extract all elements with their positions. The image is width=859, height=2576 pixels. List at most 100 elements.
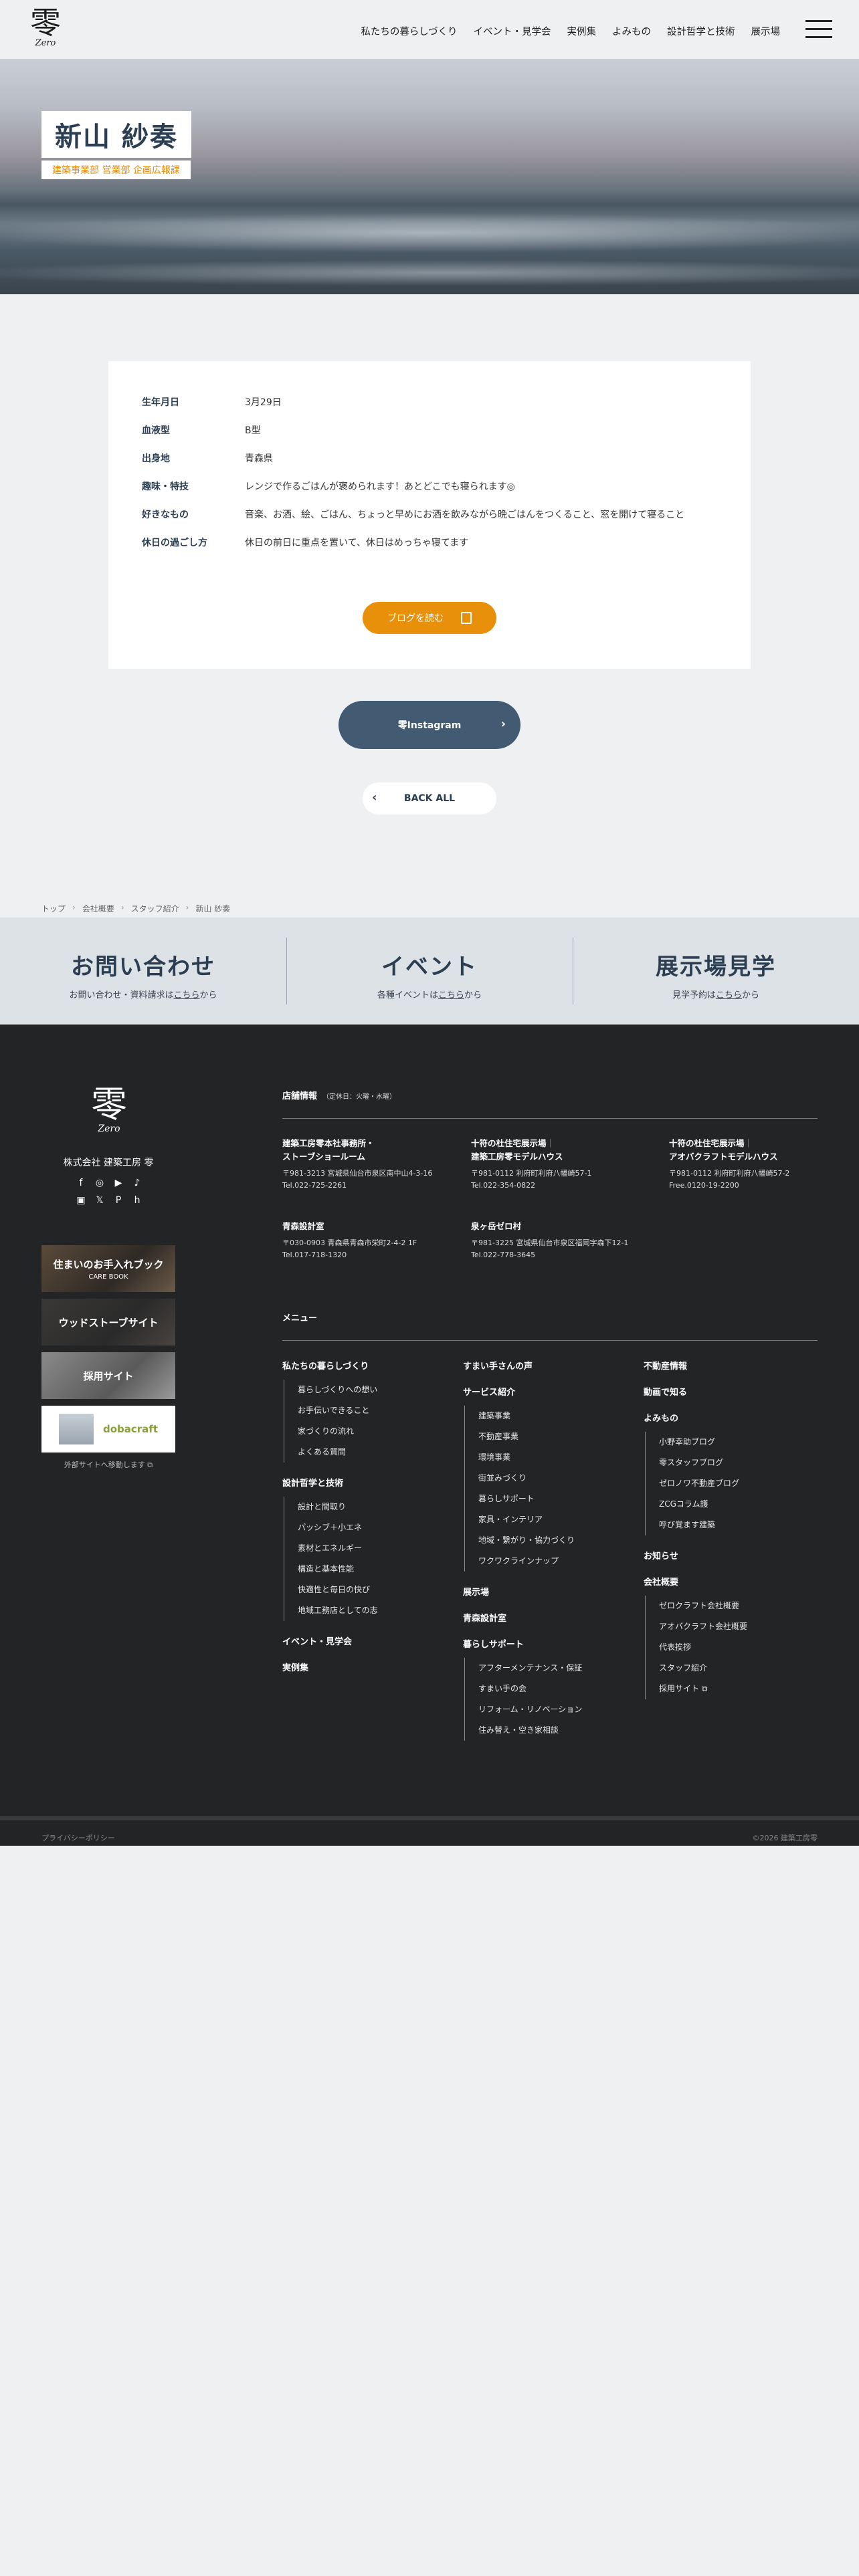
cta-title: お問い合わせ: [71, 954, 215, 980]
menu-link[interactable]: 建築事業: [478, 1406, 630, 1426]
menu-group-heading[interactable]: 展示場: [463, 1585, 630, 1598]
profile-row: 血液型 B型: [142, 423, 717, 439]
instagram-icon[interactable]: ◎: [94, 1177, 106, 1189]
breadcrumb-separator-icon: ›: [185, 903, 189, 912]
menu-link[interactable]: 地域・繋がり・協力づくり: [478, 1530, 630, 1551]
menu-group: 展示場: [463, 1585, 630, 1598]
menu-link[interactable]: ゼロノワ不動産ブログ: [659, 1473, 811, 1494]
instagram-button[interactable]: 零Instagram ›: [339, 701, 520, 749]
cta-link[interactable]: こちら: [716, 990, 742, 1000]
menu-group-heading[interactable]: お知らせ: [644, 1549, 811, 1562]
menu-link[interactable]: ゼロクラフト会社概要: [659, 1596, 811, 1616]
menu-group-heading[interactable]: よみもの: [644, 1411, 811, 1424]
menu-link[interactable]: 零スタッフブログ: [659, 1453, 811, 1473]
youtube-icon[interactable]: ▶: [112, 1177, 124, 1189]
banner-wood-stove[interactable]: ウッドストーブサイト: [41, 1299, 175, 1346]
cta-subtext: 各種イベントはこちらから: [377, 990, 482, 1000]
footer-logo[interactable]: 零 Zero: [86, 1086, 132, 1135]
breadcrumb-staff[interactable]: スタッフ紹介: [131, 903, 179, 914]
menu-group: 設計哲学と技術設計と間取り パッシブ＋小エネ 素材とエネルギー 構造と基本性能 快適性と…: [282, 1476, 450, 1621]
hamburger-menu-icon[interactable]: [805, 19, 832, 40]
menu-link[interactable]: リフォーム・リノベーション: [478, 1699, 630, 1720]
banner-care-book[interactable]: 住まいのお手入れブック CARE BOOK: [41, 1245, 175, 1292]
hero-image: 新山 紗奏 建築事業部 営業部 企画広報課: [0, 59, 859, 294]
cta-link[interactable]: こちら: [438, 990, 464, 1000]
menu-group-heading[interactable]: イベント・見学会: [282, 1634, 450, 1647]
menu-link[interactable]: 街並みづくり: [478, 1468, 630, 1489]
menu-link[interactable]: パッシブ＋小エネ: [298, 1517, 450, 1538]
banner-dobacraft[interactable]: dobacraft: [41, 1406, 175, 1453]
menu-link[interactable]: アオバクラフト会社概要: [659, 1616, 811, 1637]
global-nav: 私たちの暮らしづくり イベント・見学会 実例集 よみもの 設計哲学と技術 展示場: [361, 24, 780, 38]
menu-link[interactable]: 構造と基本性能: [298, 1559, 450, 1580]
menu-link[interactable]: 採用サイト ⧉: [659, 1679, 811, 1699]
menu-link[interactable]: アフターメンテナンス・保証: [478, 1658, 630, 1679]
menu-link[interactable]: スタッフ紹介: [659, 1658, 811, 1679]
menu-link[interactable]: 快適性と毎日の快び: [298, 1580, 450, 1600]
nav-item-event[interactable]: イベント・見学会: [474, 24, 551, 38]
menu-group-heading[interactable]: 暮らしサポート: [463, 1637, 630, 1650]
nav-item-showroom[interactable]: 展示場: [751, 24, 781, 38]
staff-department-box: 建築事業部 営業部 企画広報課: [41, 160, 191, 179]
nav-item-works[interactable]: 実例集: [567, 24, 597, 38]
menu-link[interactable]: 環境事業: [478, 1447, 630, 1468]
profile-row: 趣味・特技 レンジで作るごはんが褒められます！あとどこでも寝られます◎: [142, 479, 717, 495]
cta-link[interactable]: こちら: [173, 990, 199, 1000]
menu-link[interactable]: お手伝いできること: [298, 1400, 450, 1421]
back-all-button[interactable]: ‹ BACK ALL: [363, 782, 496, 815]
menu-link[interactable]: 家具・インテリア: [478, 1509, 630, 1530]
profile-row: 出身地 青森県: [142, 451, 717, 467]
menu-link[interactable]: 呼び覚ます建築: [659, 1515, 811, 1535]
houzz-icon[interactable]: h: [131, 1194, 143, 1206]
menu-sublist: 設計と間取り パッシブ＋小エネ 素材とエネルギー 構造と基本性能 快適性と毎日の快び 地域…: [284, 1497, 450, 1621]
nav-item-kurashi[interactable]: 私たちの暮らしづくり: [361, 24, 457, 38]
line-icon[interactable]: ▣: [75, 1194, 87, 1206]
menu-link[interactable]: 暮らしづくりへの想い: [298, 1380, 450, 1400]
menu-group-heading[interactable]: 設計哲学と技術: [282, 1476, 450, 1489]
menu-link[interactable]: 設計と間取り: [298, 1497, 450, 1517]
menu-link[interactable]: ZCGコラム護: [659, 1494, 811, 1515]
breadcrumb-company[interactable]: 会社概要: [82, 903, 114, 914]
menu-group-heading[interactable]: すまい手さんの声: [463, 1359, 630, 1372]
chevron-left-icon: ‹: [372, 790, 377, 804]
tiktok-icon[interactable]: ♪: [131, 1177, 143, 1189]
menu-sublist: ゼロクラフト会社概要 アオバクラフト会社概要 代表挨拶 スタッフ紹介 採用サイト ⧉: [645, 1596, 811, 1699]
menu-link[interactable]: ワクワクラインナップ: [478, 1551, 630, 1572]
menu-group-heading[interactable]: 会社概要: [644, 1575, 811, 1588]
logo-kanji: 零: [30, 5, 61, 41]
menu-link[interactable]: 暮らしサポート: [478, 1489, 630, 1509]
privacy-policy-link[interactable]: プライバシーポリシー: [41, 1832, 115, 1843]
menu-link[interactable]: すまい手の会: [478, 1679, 630, 1699]
menu-group: 不動産情報: [644, 1359, 811, 1372]
divider: [282, 1340, 818, 1341]
menu-group-heading[interactable]: 実例集: [282, 1660, 450, 1673]
menu-group-heading[interactable]: 青森設計室: [463, 1611, 630, 1624]
cta-showroom[interactable]: 展示場見学 見学予約はこちらから: [573, 918, 859, 1025]
facebook-icon[interactable]: f: [75, 1177, 87, 1189]
menu-link[interactable]: よくある質問: [298, 1442, 450, 1463]
menu-group-heading[interactable]: 私たちの暮らしづくり: [282, 1359, 450, 1372]
nav-item-design[interactable]: 設計哲学と技術: [667, 24, 735, 38]
nav-item-reading[interactable]: よみもの: [612, 24, 651, 38]
menu-link[interactable]: 不動産事業: [478, 1426, 630, 1447]
menu-group-heading[interactable]: 動画で知る: [644, 1385, 811, 1398]
cta-subtext: お問い合わせ・資料請求はこちらから: [69, 990, 217, 1000]
menu-group-heading[interactable]: 不動産情報: [644, 1359, 811, 1372]
cta-section: お問い合わせ お問い合わせ・資料請求はこちらから イベント 各種イベントはこちら…: [0, 918, 859, 1025]
menu-link[interactable]: 代表挨拶: [659, 1637, 811, 1658]
menu-link[interactable]: 家づくりの流れ: [298, 1421, 450, 1442]
site-logo[interactable]: 零 Zero: [25, 7, 66, 52]
x-icon[interactable]: 𝕏: [94, 1194, 106, 1206]
banner-recruit[interactable]: 採用サイト: [41, 1352, 175, 1399]
menu-group-heading[interactable]: サービス紹介: [463, 1385, 630, 1398]
menu-link[interactable]: 小野幸助ブログ: [659, 1432, 811, 1453]
menu-link[interactable]: 住み替え・空き家相談: [478, 1720, 630, 1741]
cta-contact[interactable]: お問い合わせ お問い合わせ・資料請求はこちらから: [0, 918, 286, 1025]
cta-event[interactable]: イベント 各種イベントはこちらから: [286, 918, 573, 1025]
menu-column: すまい手さんの声 サービス紹介 建築事業 不動産事業 環境事業 街並みづくり 暮らしサポート…: [463, 1359, 630, 1754]
pinterest-icon[interactable]: P: [112, 1194, 124, 1206]
menu-link[interactable]: 地域工務店としての志: [298, 1600, 450, 1621]
read-blog-button[interactable]: ブログを読む: [363, 602, 496, 634]
menu-link[interactable]: 素材とエネルギー: [298, 1538, 450, 1559]
breadcrumb-top[interactable]: トップ: [41, 903, 66, 914]
